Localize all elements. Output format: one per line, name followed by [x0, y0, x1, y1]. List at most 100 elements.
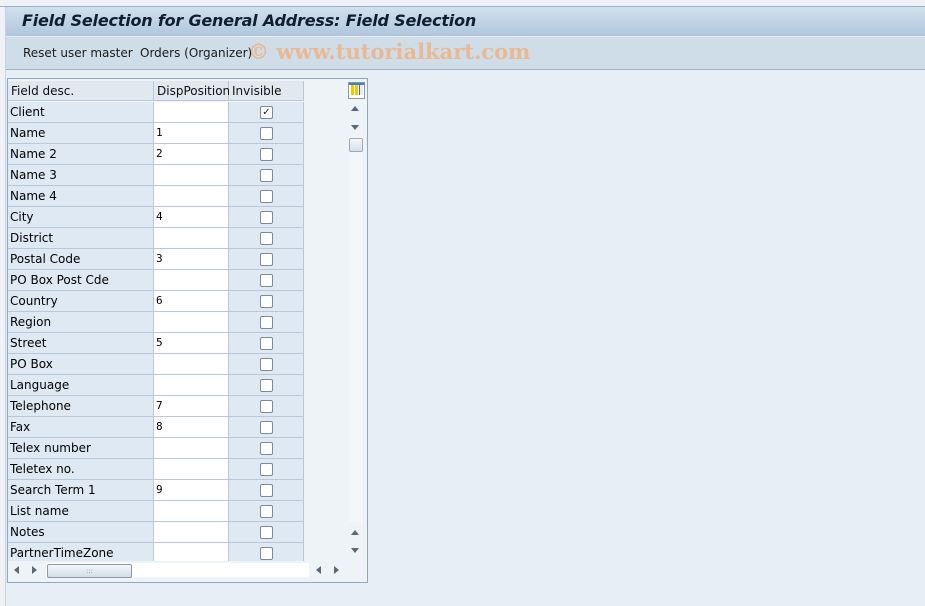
disp-position-input[interactable]	[154, 522, 229, 543]
invisible-checkbox[interactable]	[260, 337, 273, 350]
invisible-checkbox[interactable]	[260, 442, 273, 455]
table-row[interactable]: PO Box Post Cde	[8, 270, 304, 291]
table-row[interactable]: Name 4	[8, 186, 304, 207]
invisible-checkbox[interactable]	[260, 505, 273, 518]
invisible-checkbox[interactable]	[260, 169, 273, 182]
table-row[interactable]: City 4	[8, 207, 304, 228]
invisible-checkbox[interactable]	[260, 190, 273, 203]
table-row[interactable]: Name 1	[8, 123, 304, 144]
disp-position-input[interactable]: 5	[154, 333, 229, 354]
table-row[interactable]: Postal Code 3	[8, 249, 304, 270]
disp-position-input[interactable]	[154, 354, 229, 375]
table-row[interactable]: Name 22	[8, 144, 304, 165]
table-row[interactable]: Street 5	[8, 333, 304, 354]
table-row[interactable]: Country 6	[8, 291, 304, 312]
invisible-checkbox[interactable]	[260, 421, 273, 434]
disp-position-input[interactable]: 9	[154, 480, 229, 501]
orders-organizer-button[interactable]: Orders (Organizer)	[140, 46, 252, 60]
scroll-left-icon[interactable]	[11, 564, 23, 576]
invisible-checkbox[interactable]: ✓	[260, 106, 273, 119]
scroll-page-up-icon[interactable]	[348, 526, 362, 540]
column-settings-icon[interactable]	[348, 82, 365, 99]
invisible-cell	[229, 333, 304, 354]
invisible-cell	[229, 480, 304, 501]
disp-position-input[interactable]: 2	[154, 144, 229, 165]
page-title: Field Selection for General Address: Fie…	[22, 11, 477, 30]
disp-position-input[interactable]: 8	[154, 417, 229, 438]
disp-position-input[interactable]: 4	[154, 207, 229, 228]
invisible-checkbox[interactable]	[260, 295, 273, 308]
table-row[interactable]: List name	[8, 501, 304, 522]
invisible-checkbox[interactable]	[260, 463, 273, 476]
disp-position-input[interactable]	[154, 165, 229, 186]
disp-position-input[interactable]	[154, 228, 229, 249]
table-row[interactable]: Client ✓	[8, 102, 304, 123]
disp-position-input[interactable]	[154, 438, 229, 459]
disp-position-input[interactable]	[154, 459, 229, 480]
invisible-cell	[229, 312, 304, 333]
field-desc-cell: Telephone	[8, 396, 154, 417]
invisible-checkbox[interactable]	[260, 400, 273, 413]
table-row[interactable]: Search Term 19	[8, 480, 304, 501]
column-header-invisible[interactable]: Invisible	[229, 81, 304, 101]
invisible-checkbox[interactable]	[260, 358, 273, 371]
invisible-checkbox[interactable]	[260, 379, 273, 392]
invisible-checkbox[interactable]	[260, 253, 273, 266]
invisible-cell	[229, 438, 304, 459]
disp-position-input[interactable]	[154, 312, 229, 333]
vertical-scrollbar-thumb[interactable]	[349, 138, 363, 152]
invisible-checkbox[interactable]	[260, 274, 273, 287]
field-desc-cell: List name	[8, 501, 154, 522]
scroll-right-end-icon[interactable]	[330, 564, 342, 576]
disp-position-input[interactable]: 1	[154, 123, 229, 144]
invisible-checkbox[interactable]	[260, 316, 273, 329]
scroll-left-end-icon[interactable]	[313, 564, 325, 576]
column-header-field-desc[interactable]: Field desc.	[8, 81, 154, 101]
column-header-disp-position[interactable]: DispPosition	[154, 81, 230, 101]
table-row[interactable]: District	[8, 228, 304, 249]
invisible-cell	[229, 207, 304, 228]
disp-position-input[interactable]: 3	[154, 249, 229, 270]
disp-position-input[interactable]: 7	[154, 396, 229, 417]
disp-position-input[interactable]	[154, 186, 229, 207]
disp-position-input[interactable]	[154, 270, 229, 291]
window-left-edge	[0, 7, 6, 606]
invisible-checkbox[interactable]	[260, 547, 273, 560]
invisible-cell	[229, 249, 304, 270]
scroll-right-icon[interactable]	[28, 564, 40, 576]
reset-user-master-button[interactable]: Reset user master	[23, 46, 133, 60]
disp-position-input[interactable]	[154, 375, 229, 396]
table-row[interactable]: Language	[8, 375, 304, 396]
table-row[interactable]: Region	[8, 312, 304, 333]
field-desc-cell: Search Term 1	[8, 480, 154, 501]
field-desc-cell: Name	[8, 123, 154, 144]
table-row[interactable]: Telex number	[8, 438, 304, 459]
table-row[interactable]: Notes	[8, 522, 304, 543]
scroll-page-down-icon[interactable]	[348, 543, 362, 557]
invisible-checkbox[interactable]	[260, 148, 273, 161]
scroll-down-icon[interactable]	[348, 120, 362, 134]
field-desc-cell: Notes	[8, 522, 154, 543]
disp-position-input[interactable]	[154, 501, 229, 522]
disp-position-input[interactable]: 6	[154, 291, 229, 312]
table-row[interactable]: Fax 8	[8, 417, 304, 438]
table-row[interactable]: Telephone 7	[8, 396, 304, 417]
horizontal-scrollbar-thumb[interactable]: :::	[47, 564, 132, 578]
invisible-checkbox[interactable]	[260, 211, 273, 224]
invisible-checkbox[interactable]	[260, 127, 273, 140]
invisible-cell	[229, 144, 304, 165]
field-desc-cell: Name 2	[8, 144, 154, 165]
application-toolbar: Reset user master Orders (Organizer) © w…	[6, 37, 925, 70]
table-row[interactable]: Name 3	[8, 165, 304, 186]
table-row[interactable]: Teletex no.	[8, 459, 304, 480]
watermark-text: © www.tutorialkart.com	[248, 39, 531, 64]
disp-position-input[interactable]	[154, 102, 229, 123]
invisible-checkbox[interactable]	[260, 526, 273, 539]
invisible-checkbox[interactable]	[260, 232, 273, 245]
table-row[interactable]: PO Box	[8, 354, 304, 375]
invisible-checkbox[interactable]	[260, 484, 273, 497]
scroll-up-icon[interactable]	[348, 102, 362, 116]
vertical-scrollbar-track[interactable]	[349, 137, 362, 522]
field-desc-cell: City	[8, 207, 154, 228]
field-desc-cell: District	[8, 228, 154, 249]
